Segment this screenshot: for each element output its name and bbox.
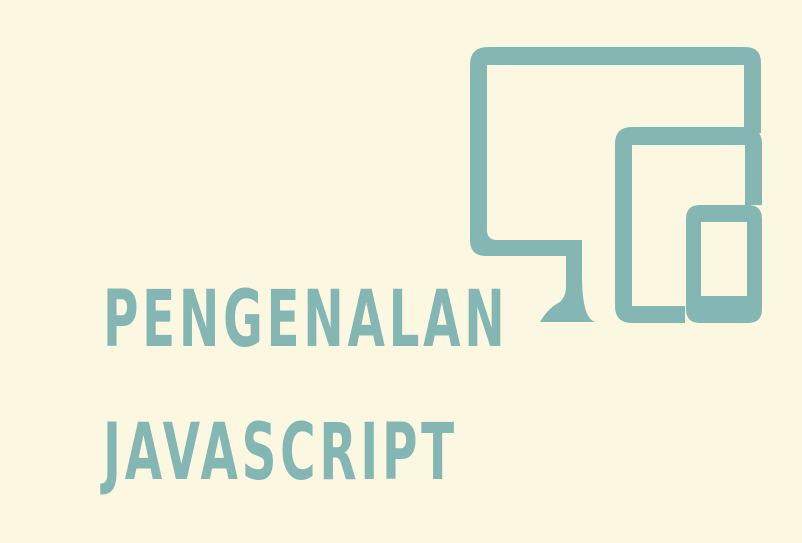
title-line-2: JAVASCRIPT	[103, 408, 458, 498]
phone-icon	[686, 205, 762, 323]
title-line-1: PENGENALAN	[103, 275, 509, 365]
banner: PENGENALAN JAVASCRIPT	[0, 0, 802, 543]
